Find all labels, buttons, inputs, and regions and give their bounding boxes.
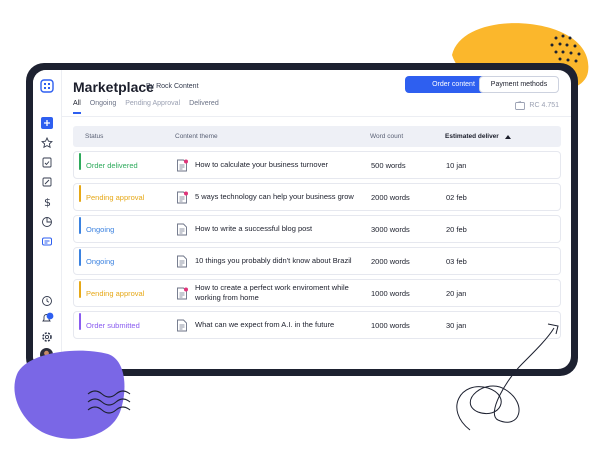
decor-purple-blob	[14, 323, 559, 439]
